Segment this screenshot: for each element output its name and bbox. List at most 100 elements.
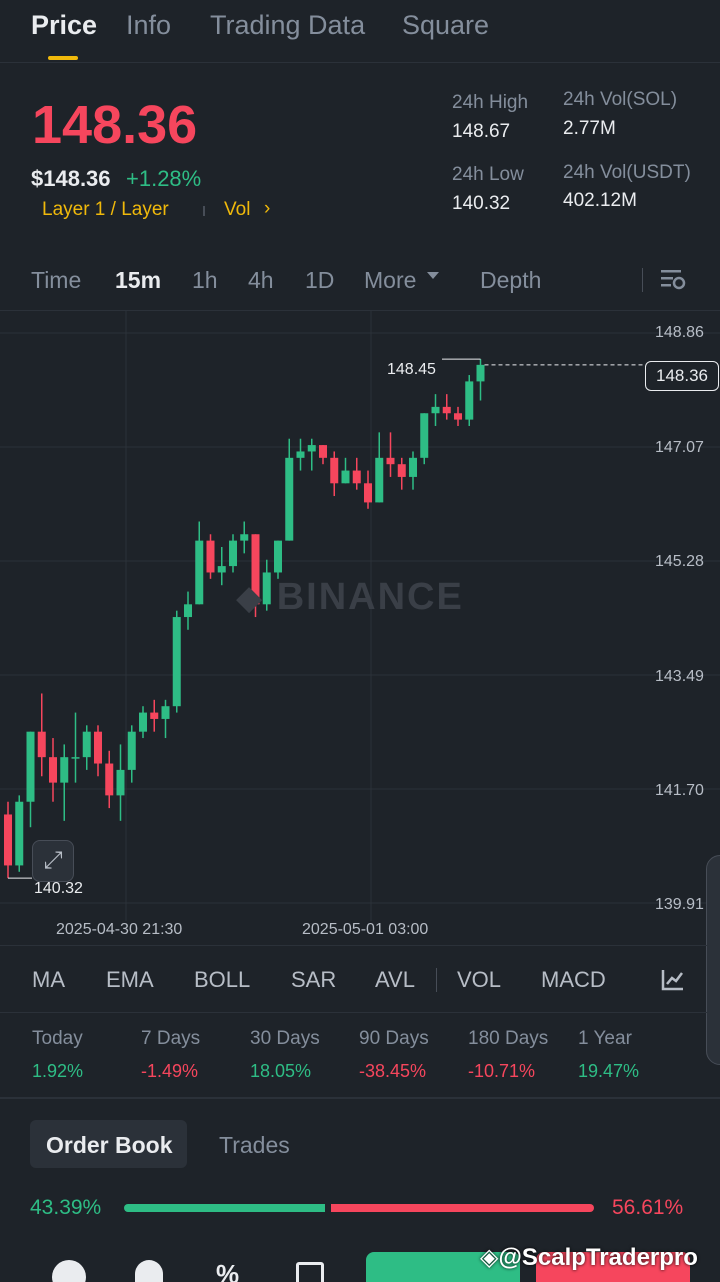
candle-body <box>285 457 294 541</box>
vol-link[interactable]: Vol <box>224 199 250 221</box>
tf-1h[interactable]: 1h <box>192 267 218 294</box>
tab-info[interactable]: Info <box>126 10 171 41</box>
binance-logo-icon: ◆ <box>236 579 265 617</box>
perf-value: 18.05% <box>250 1061 312 1081</box>
last-price: 148.36 <box>32 95 198 155</box>
tf-15m[interactable]: 15m <box>115 267 161 294</box>
candle-body <box>26 731 35 802</box>
candle-body <box>465 381 474 420</box>
tf-depth[interactable]: Depth <box>480 267 541 294</box>
perf-value: -1.49% <box>141 1061 199 1081</box>
tf-4h[interactable]: 4h <box>248 267 274 294</box>
candle-body <box>37 731 46 758</box>
perf-label: 1 Year <box>578 1028 632 1049</box>
alert-bell-icon[interactable] <box>135 1260 163 1282</box>
tag-separator <box>203 206 205 216</box>
indicator-boll[interactable]: BOLL <box>194 967 250 993</box>
candle-body <box>105 763 114 796</box>
candle-body <box>240 534 249 541</box>
tab-order-book-label[interactable]: Order Book <box>46 1132 173 1159</box>
perf-label: Today <box>32 1028 83 1049</box>
tf-more[interactable]: More <box>364 267 416 294</box>
candle-body <box>60 757 69 783</box>
candlestick-chart[interactable] <box>0 311 720 945</box>
chart-settings-icon[interactable] <box>659 267 687 293</box>
y-tick: 139.91 <box>655 896 704 913</box>
stat-low-value: 140.32 <box>452 193 511 214</box>
margin-icon[interactable]: % <box>216 1259 239 1282</box>
change-percent: +1.28% <box>126 166 202 191</box>
candle-body <box>139 712 147 732</box>
trade-icon[interactable] <box>296 1262 324 1282</box>
tf-1d[interactable]: 1D <box>305 267 334 294</box>
active-tab-indicator <box>48 56 78 60</box>
stat-low-label: 24h Low <box>452 164 524 185</box>
candle-body <box>49 757 57 783</box>
stat-high-value: 148.67 <box>452 121 511 142</box>
candle-body <box>127 731 136 770</box>
candle-body <box>4 814 12 866</box>
perf-label: 180 Days <box>468 1028 549 1049</box>
stat-vol-usdt-label: 24h Vol(USDT) <box>563 162 691 183</box>
y-tick: 148.86 <box>655 324 704 341</box>
more-icon[interactable] <box>52 1260 86 1282</box>
stat-vol-usdt-value: 402.12M <box>563 190 637 211</box>
expand-icon[interactable]: ⤢ <box>32 840 74 882</box>
creator-watermark: ◈@ScalpTraderpro <box>480 1243 698 1272</box>
side-panel-handle[interactable] <box>706 855 720 1065</box>
candle-body <box>442 406 451 414</box>
divider <box>0 945 720 946</box>
candle-body <box>409 457 417 477</box>
y-tick: 141.70 <box>655 782 704 799</box>
caret-down-icon[interactable] <box>427 272 439 279</box>
indicator-settings-icon[interactable] <box>660 967 686 993</box>
candle-body <box>195 540 204 605</box>
chevron-right-icon[interactable]: › <box>264 198 270 220</box>
candle-body <box>397 464 406 477</box>
perf-value: -38.45% <box>359 1061 427 1081</box>
stat-vol-sol-value: 2.77M <box>563 118 616 139</box>
stat-vol-sol-label: 24h Vol(SOL) <box>563 89 678 110</box>
tab-square[interactable]: Square <box>402 10 489 41</box>
divider <box>0 1012 720 1013</box>
indicator-ma[interactable]: MA <box>32 967 65 993</box>
tab-trading-data[interactable]: Trading Data <box>210 10 365 41</box>
perf-label: 90 Days <box>359 1028 429 1049</box>
candle-body <box>229 540 237 567</box>
candle-body <box>94 731 102 764</box>
y-tick: 147.07 <box>655 439 704 456</box>
indicator-separator <box>436 968 437 992</box>
indicator-avl[interactable]: AVL <box>375 967 415 993</box>
candle-body <box>307 445 316 452</box>
indicator-sar[interactable]: SAR <box>291 967 336 993</box>
perf-value: 19.47% <box>578 1061 640 1081</box>
x-tick: 2025-05-01 03:00 <box>302 921 429 938</box>
tf-separator <box>642 268 643 292</box>
candle-body <box>420 413 429 458</box>
indicator-vol[interactable]: VOL <box>457 967 501 993</box>
stat-high-label: 24h High <box>452 92 529 113</box>
divider <box>0 1097 720 1099</box>
sell-ratio-bar <box>331 1204 594 1212</box>
indicator-ema[interactable]: EMA <box>106 967 154 993</box>
candle-body <box>274 540 282 573</box>
high-marker: 148.45 <box>387 361 436 378</box>
low-marker: 140.32 <box>34 880 83 897</box>
candle-body <box>161 706 170 719</box>
watermark-handle: @ScalpTraderpro <box>498 1244 698 1271</box>
candle-body <box>172 617 181 707</box>
candle-body <box>375 457 384 503</box>
tf-time[interactable]: Time <box>31 267 81 294</box>
perf-label: 30 Days <box>250 1028 320 1049</box>
candle-body <box>341 470 350 484</box>
usd-price: $148.36 <box>31 166 111 191</box>
watermark-text: BINANCE <box>276 576 464 618</box>
tab-trades[interactable]: Trades <box>219 1132 290 1159</box>
divider <box>0 62 720 63</box>
tab-price[interactable]: Price <box>31 10 97 41</box>
candle-body <box>431 406 440 414</box>
binance-watermark: ◆ BINANCE <box>236 576 464 619</box>
indicator-macd[interactable]: MACD <box>541 967 606 993</box>
category-tag[interactable]: Layer 1 / Layer <box>42 199 169 221</box>
candle-body <box>206 540 215 573</box>
